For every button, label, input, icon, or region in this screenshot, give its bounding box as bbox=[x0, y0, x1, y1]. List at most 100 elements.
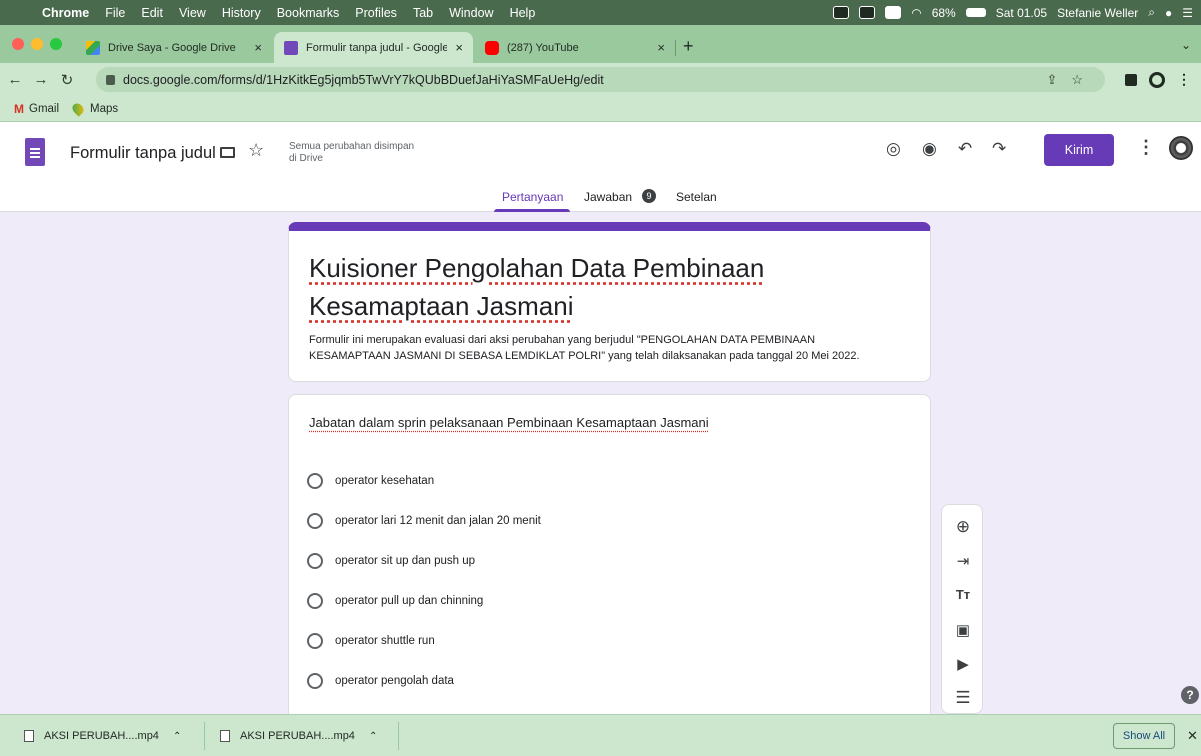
download-separator bbox=[398, 722, 399, 750]
video-call-icon[interactable] bbox=[859, 6, 876, 19]
form-title-card[interactable]: Kuisioner Pengolahan Data Pembinaan Kesa… bbox=[288, 222, 931, 382]
option-item[interactable]: operator kesehatan bbox=[307, 473, 434, 489]
radio-button[interactable] bbox=[307, 673, 323, 689]
download-item[interactable]: AKSI PERUBAH....mp4 ⌃ bbox=[220, 715, 377, 756]
close-tab-icon[interactable]: × bbox=[254, 40, 262, 55]
more-options-icon[interactable]: ⋮ bbox=[1137, 137, 1155, 158]
close-tab-icon[interactable]: × bbox=[657, 40, 665, 55]
spotlight-search-icon[interactable]: ⌕ bbox=[1148, 5, 1155, 20]
side-panel-icon[interactable] bbox=[1125, 73, 1137, 86]
menu-edit[interactable]: Edit bbox=[133, 6, 171, 20]
screen-record-icon[interactable] bbox=[833, 6, 850, 19]
tab-setelan[interactable]: Setelan bbox=[676, 190, 717, 204]
option-item[interactable]: operator sit up dan push up bbox=[307, 553, 475, 569]
option-item[interactable]: operator shuttle run bbox=[307, 633, 435, 649]
menu-history[interactable]: History bbox=[214, 6, 269, 20]
lock-icon[interactable] bbox=[106, 74, 115, 85]
avatar[interactable] bbox=[1169, 136, 1193, 160]
forms-header: Formulir tanpa judul ☆ Semua perubahan d… bbox=[0, 122, 1201, 212]
tab-google-drive[interactable]: Drive Saya - Google Drive × bbox=[76, 32, 272, 63]
form-description-line: KESAMAPTAAN JASMANI DI SEBASA LEMDIKLAT … bbox=[309, 350, 860, 362]
chrome-menu-icon[interactable]: ⋮ bbox=[1177, 71, 1191, 88]
new-tab-icon[interactable]: + bbox=[683, 36, 694, 57]
doc-title[interactable]: Formulir tanpa judul bbox=[70, 144, 216, 163]
radio-button[interactable] bbox=[307, 513, 323, 529]
menu-help[interactable]: Help bbox=[502, 6, 544, 20]
menu-view[interactable]: View bbox=[171, 6, 214, 20]
option-item[interactable]: operator lari 12 menit dan jalan 20 meni… bbox=[307, 513, 541, 529]
radio-button[interactable] bbox=[307, 633, 323, 649]
close-window-button[interactable] bbox=[12, 38, 24, 50]
forward-arrow-icon[interactable]: → bbox=[30, 71, 52, 88]
download-filename: AKSI PERUBAH....mp4 bbox=[240, 730, 355, 742]
add-section-icon[interactable]: ☰ bbox=[942, 688, 984, 708]
menu-window[interactable]: Window bbox=[441, 6, 501, 20]
undo-icon[interactable]: ↶ bbox=[958, 139, 972, 159]
form-description[interactable]: Formulir ini merupakan evaluasi dari aks… bbox=[309, 332, 909, 364]
import-questions-icon[interactable]: ⇥ bbox=[942, 552, 984, 570]
share-icon[interactable]: ⇪ bbox=[1046, 72, 1057, 88]
url-text[interactable]: docs.google.com/forms/d/1HzKitkEg5jqmb5T… bbox=[123, 73, 604, 87]
zoom-window-button[interactable] bbox=[50, 38, 62, 50]
add-image-icon[interactable]: ▣ bbox=[942, 621, 984, 639]
show-all-button[interactable]: Show All bbox=[1113, 723, 1175, 749]
send-button[interactable]: Kirim bbox=[1044, 134, 1114, 166]
download-item[interactable]: AKSI PERUBAH....mp4 ⌃ bbox=[24, 715, 181, 756]
help-icon[interactable]: ? bbox=[1181, 686, 1199, 704]
input-source-icon[interactable] bbox=[885, 6, 902, 19]
tab-google-forms[interactable]: Formulir tanpa judul - Google F × bbox=[274, 32, 473, 63]
gmail-icon: M bbox=[14, 101, 24, 116]
bookmarks-bar: M Gmail Maps bbox=[0, 96, 1201, 122]
radio-button[interactable] bbox=[307, 473, 323, 489]
tab-youtube[interactable]: (287) YouTube × bbox=[475, 32, 675, 63]
bookmark-maps[interactable]: Maps bbox=[70, 100, 118, 117]
move-to-folder-icon[interactable] bbox=[220, 147, 235, 158]
chevron-up-icon[interactable]: ⌃ bbox=[369, 731, 377, 742]
tab-title: Formulir tanpa judul - Google F bbox=[306, 41, 448, 54]
omnibox[interactable]: docs.google.com/forms/d/1HzKitkEg5jqmb5T… bbox=[96, 67, 1105, 92]
google-forms-logo-icon[interactable] bbox=[25, 138, 45, 166]
star-icon[interactable]: ☆ bbox=[248, 140, 264, 161]
profile-avatar-icon[interactable] bbox=[1149, 71, 1165, 88]
option-item[interactable]: operator pull up dan chinning bbox=[307, 593, 483, 609]
radio-button[interactable] bbox=[307, 593, 323, 609]
close-icon[interactable]: ✕ bbox=[1187, 728, 1198, 744]
menu-bookmarks[interactable]: Bookmarks bbox=[269, 6, 348, 20]
add-video-icon[interactable]: ▶ bbox=[942, 655, 984, 673]
menu-app-name[interactable]: Chrome bbox=[34, 6, 97, 20]
wifi-icon[interactable]: ◠ bbox=[911, 6, 921, 20]
tab-jawaban[interactable]: Jawaban bbox=[584, 190, 632, 204]
menu-profiles[interactable]: Profiles bbox=[347, 6, 405, 20]
reload-icon[interactable]: ↻ bbox=[56, 71, 78, 89]
add-title-icon[interactable]: Tт bbox=[942, 587, 984, 602]
palette-icon[interactable]: ◎ bbox=[886, 139, 901, 159]
menubar-clock[interactable]: Sat 01.05 bbox=[996, 6, 1047, 20]
battery-icon[interactable] bbox=[965, 8, 986, 17]
minimize-window-button[interactable] bbox=[31, 38, 43, 50]
bookmark-gmail[interactable]: M Gmail bbox=[14, 102, 59, 116]
option-item[interactable]: operator pengolah data bbox=[307, 673, 454, 689]
siri-icon[interactable]: ● bbox=[1165, 6, 1172, 20]
add-question-icon[interactable]: ⊕ bbox=[942, 517, 984, 537]
radio-button[interactable] bbox=[307, 553, 323, 569]
macos-menu-bar: Chrome File Edit View History Bookmarks … bbox=[0, 0, 1201, 25]
form-title[interactable]: Kuisioner Pengolahan Data Pembinaan Kesa… bbox=[309, 249, 869, 325]
download-separator bbox=[204, 722, 205, 750]
preview-eye-icon[interactable]: ◉ bbox=[922, 139, 937, 159]
tab-pertanyaan[interactable]: Pertanyaan bbox=[502, 190, 563, 204]
chevron-up-icon[interactable]: ⌃ bbox=[173, 731, 181, 742]
chevron-down-icon[interactable]: ⌄ bbox=[1181, 38, 1191, 52]
tab-title: (287) YouTube bbox=[507, 41, 579, 54]
redo-icon[interactable]: ↷ bbox=[992, 139, 1006, 159]
control-center-icon[interactable]: ☰ bbox=[1182, 6, 1193, 20]
question-title[interactable]: Jabatan dalam sprin pelaksanaan Pembinaa… bbox=[309, 415, 709, 430]
question-card[interactable]: Jabatan dalam sprin pelaksanaan Pembinaa… bbox=[288, 394, 931, 724]
menu-file[interactable]: File bbox=[97, 6, 133, 20]
maps-icon bbox=[70, 100, 86, 117]
menubar-user[interactable]: Stefanie Weller bbox=[1057, 6, 1138, 20]
back-arrow-icon[interactable]: ← bbox=[4, 71, 26, 88]
menu-tab[interactable]: Tab bbox=[405, 6, 441, 20]
close-tab-icon[interactable]: × bbox=[455, 40, 463, 55]
option-label: operator kesehatan bbox=[335, 475, 435, 487]
bookmark-star-icon[interactable]: ☆ bbox=[1071, 72, 1083, 88]
